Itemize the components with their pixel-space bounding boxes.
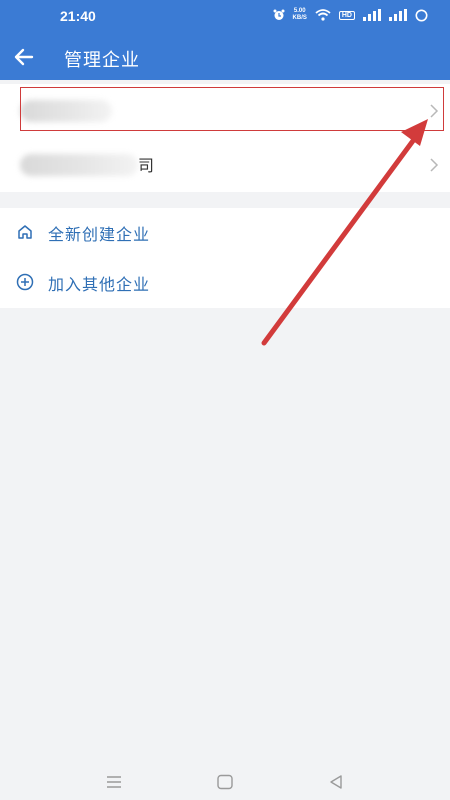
page-title: 管理企业 (64, 50, 140, 71)
company-name-redacted (20, 154, 138, 176)
status-bar: 21:40 5.00 KB/S HD (0, 0, 450, 34)
network-speed: 5.00 KB/S (293, 8, 307, 22)
create-enterprise-item[interactable]: 全新创建企业 (0, 208, 450, 258)
menu-icon[interactable] (105, 774, 123, 790)
network-speed-unit: KB/S (292, 15, 307, 21)
company-name-tail: 司 (138, 156, 155, 175)
battery-icon (415, 9, 428, 21)
home-button-icon[interactable] (216, 774, 234, 790)
action-list: 全新创建企业 加入其他企业 (0, 208, 450, 308)
status-time: 21:40 (60, 8, 96, 24)
join-enterprise-item[interactable]: 加入其他企业 (0, 258, 450, 308)
back-arrow-icon[interactable] (10, 43, 38, 71)
signal-icon (363, 9, 381, 21)
home-icon (18, 225, 32, 239)
app-bar: 管理企业 (0, 34, 450, 80)
create-enterprise-label: 全新创建企业 (48, 225, 151, 244)
system-nav-bar (0, 764, 450, 800)
chevron-right-icon (430, 158, 439, 172)
network-speed-value: 5.00 (293, 8, 306, 14)
signal-icon (389, 9, 407, 21)
wifi-icon (315, 9, 331, 21)
annotation-highlight-box (20, 87, 444, 131)
hd-badge: HD (338, 10, 355, 20)
company-item[interactable]: 司 (0, 138, 450, 192)
join-enterprise-label: 加入其他企业 (48, 275, 151, 294)
back-triangle-icon[interactable] (327, 774, 345, 790)
status-icons: 5.00 KB/S HD (273, 8, 428, 22)
plus-circle-icon (16, 273, 34, 291)
alarm-icon (273, 9, 285, 20)
